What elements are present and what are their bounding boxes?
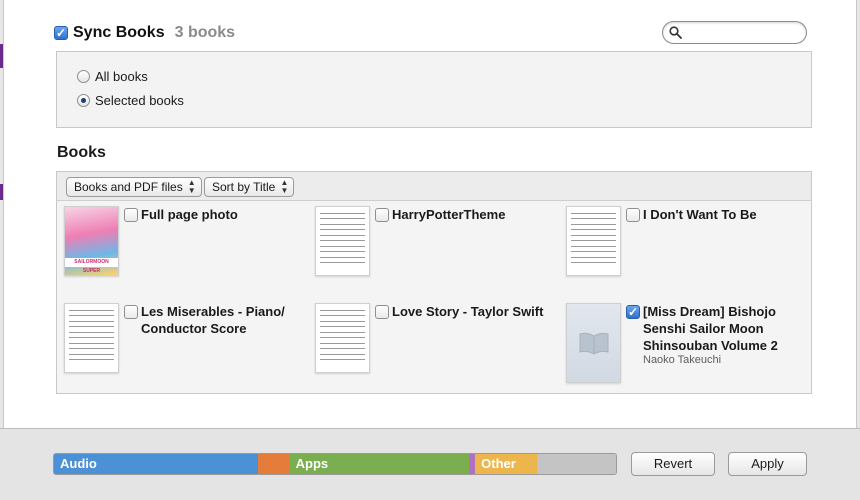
sheet-music-cover [316,304,369,372]
manga-cover-image: SAILORMOON SUPER [65,207,118,275]
book-title: Love Story - Taylor Swift [392,304,544,319]
book-cover[interactable] [315,303,370,373]
sheet-music-cover [65,304,118,372]
book-checkbox[interactable] [124,305,138,319]
book-item: SAILORMOON SUPER Full page photo [64,206,314,296]
book-placeholder-cover [567,304,620,382]
book-title: Les Miserables - Piano/ Conductor Score [141,304,285,336]
book-item: I Don't Want To Be [566,206,816,296]
book-author: Naoko Takeuchi [643,354,722,366]
all-books-radio[interactable] [77,70,90,83]
books-list: Books and PDF files ▲ ▼ Sort by Title ▲ ▼ … [56,171,812,394]
capacity-segment [536,454,616,474]
selected-books-option[interactable]: Selected books [77,93,184,108]
capacity-segment: Audio [54,454,258,474]
book-item: Les Miserables - Piano/ Conductor Score [64,303,314,393]
book-cover[interactable] [64,303,119,373]
sync-header: Sync Books 3 books [54,22,235,44]
capacity-bar[interactable]: Audio Apps Other [53,453,617,475]
sort-popup-label: Sort by Title [212,180,276,194]
capacity-segment [257,454,290,474]
book-title: I Don't Want To Be [643,207,757,222]
search-field[interactable] [662,21,807,44]
book-placeholder-icon [579,332,608,355]
all-books-option[interactable]: All books [77,69,148,84]
filter-popup-label: Books and PDF files [74,180,183,194]
popup-arrows-icon: ▲ ▼ [280,178,289,195]
all-books-label: All books [95,69,148,84]
sync-options-panel: All books Selected books [56,51,812,128]
sync-books-title: Sync Books [73,24,165,41]
books-heading: Books [57,144,106,161]
cover-band-text: SAILORMOON SUPER [65,258,118,274]
sync-books-window: Sync Books 3 books All books Selected bo… [3,0,857,428]
apply-button[interactable]: Apply [728,452,807,476]
book-cover[interactable] [566,303,621,383]
book-checkbox[interactable] [626,208,640,222]
search-icon [669,26,682,39]
sheet-music-cover [567,207,620,275]
book-cover[interactable] [315,206,370,276]
capacity-segment: Apps [289,454,470,474]
book-checkbox[interactable] [124,208,138,222]
filter-popup[interactable]: Books and PDF files ▲ ▼ [66,177,202,197]
popup-arrows-icon: ▲ ▼ [187,178,196,195]
book-checkbox[interactable] [375,208,389,222]
capacity-segment: Other [475,454,537,474]
search-input[interactable] [687,24,799,41]
sheet-music-cover [316,207,369,275]
book-checkbox[interactable] [626,305,640,319]
books-toolbar: Books and PDF files ▲ ▼ Sort by Title ▲ ▼ [57,172,811,201]
book-cover[interactable]: SAILORMOON SUPER [64,206,119,276]
book-title: [Miss Dream] Bishojo Senshi Sailor Moon … [643,304,778,353]
book-title: HarryPotterTheme [392,207,506,222]
footer-bar: Audio Apps Other Revert Apply [0,428,860,500]
book-checkbox[interactable] [375,305,389,319]
book-count: 3 books [174,24,236,41]
selected-books-radio[interactable] [77,94,90,107]
sync-books-checkbox[interactable] [54,26,68,40]
selected-books-label: Selected books [95,93,184,108]
book-title: Full page photo [141,207,238,222]
book-item: HarryPotterTheme [315,206,565,296]
sort-popup[interactable]: Sort by Title ▲ ▼ [204,177,295,197]
book-item: Love Story - Taylor Swift [315,303,565,393]
book-cover[interactable] [566,206,621,276]
book-item: [Miss Dream] Bishojo Senshi Sailor Moon … [566,303,816,393]
revert-button[interactable]: Revert [631,452,715,476]
